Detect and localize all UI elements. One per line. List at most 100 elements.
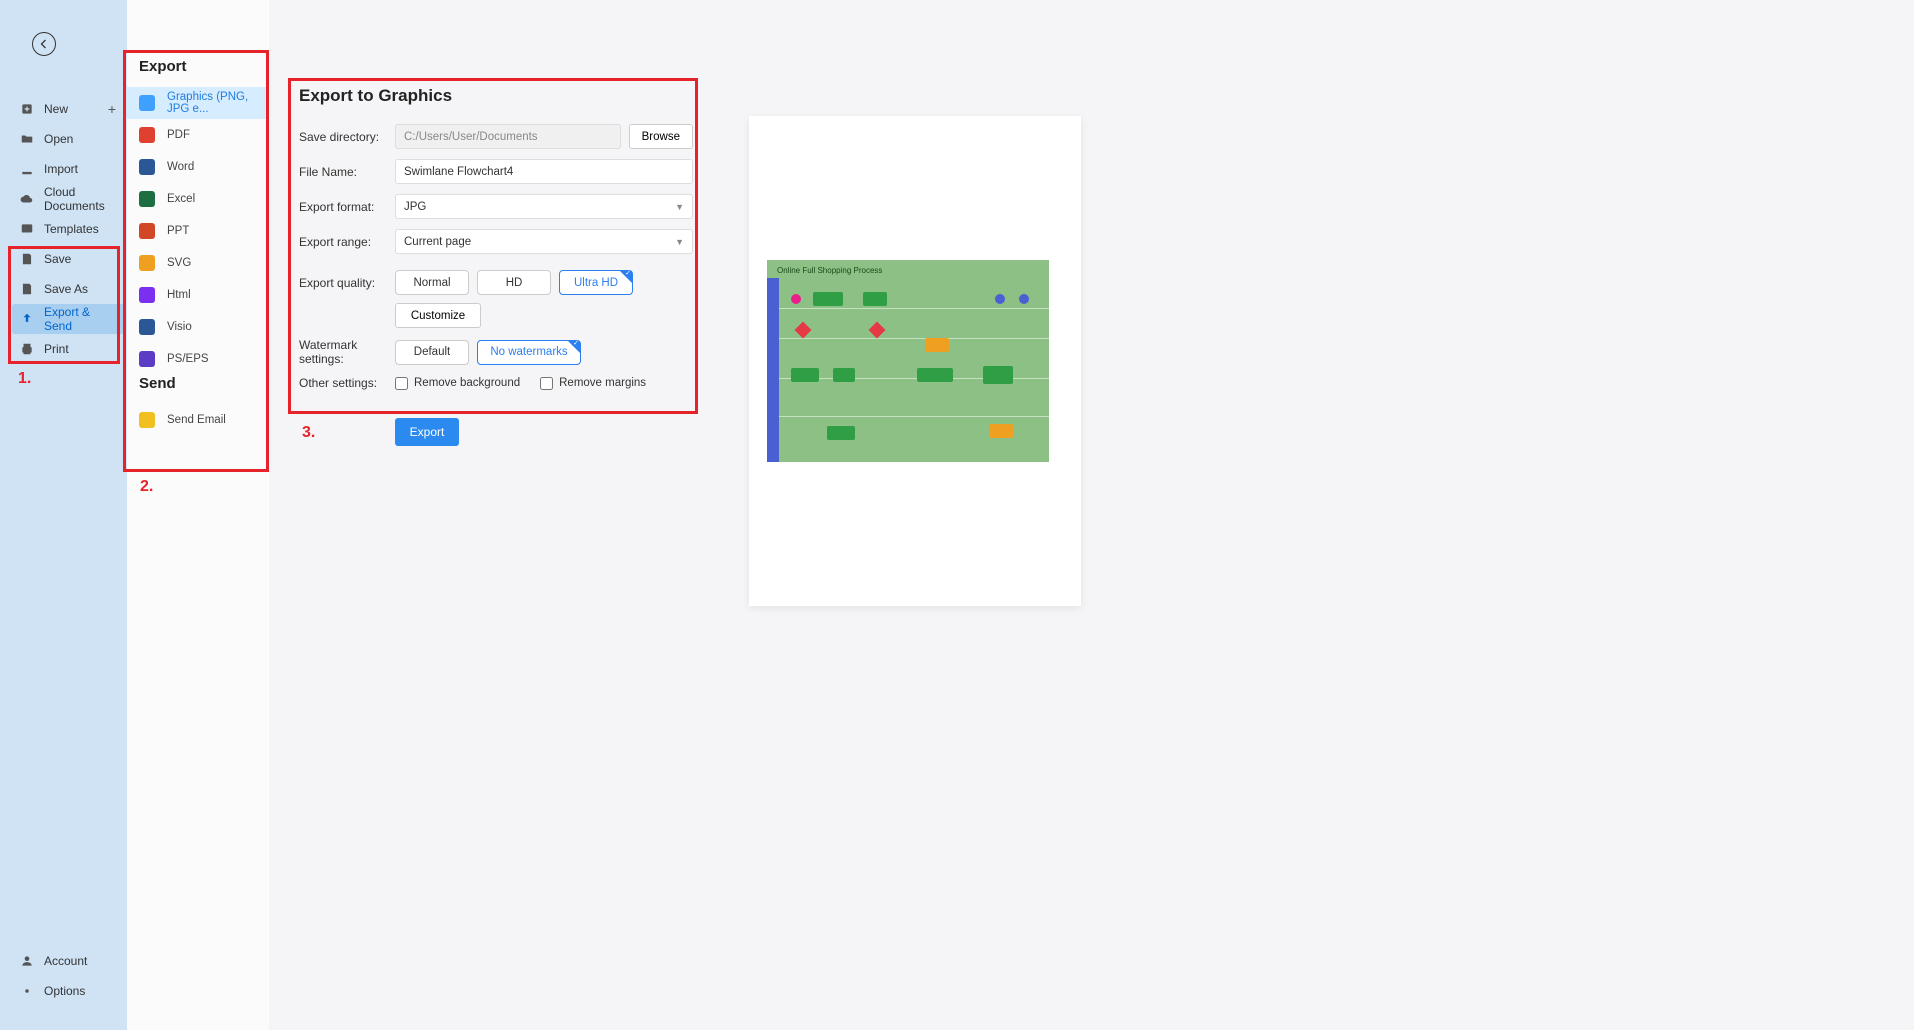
lane-divider [779,338,1049,339]
svg-icon [139,255,155,271]
chevron-down-icon: ▼ [675,202,684,212]
label-other: Other settings: [299,376,395,390]
label-export-range: Export range: [299,235,395,249]
process-node [925,338,949,352]
remove-margins-checkbox[interactable]: Remove margins [540,377,646,390]
export-item-excel[interactable]: Excel [127,183,269,215]
sidebar-item-saveas[interactable]: Save As [12,274,124,304]
export-item-label: Html [167,289,191,301]
end-node [995,294,1005,304]
sidebar-item-label: Save [44,252,71,266]
label-export-format: Export format: [299,200,395,214]
left-sidebar: New + Open Import Cloud Documents Templa… [0,0,127,1030]
email-icon [139,412,155,428]
export-item-label: Graphics (PNG, JPG e... [167,91,257,115]
sidebar-item-import[interactable]: Import [12,154,124,184]
lane-divider [779,416,1049,417]
word-icon [139,159,155,175]
label-save-directory: Save directory: [299,130,395,144]
process-node [863,292,887,306]
sidebar-item-options[interactable]: Options [12,976,124,1006]
browse-button[interactable]: Browse [629,124,693,149]
export-item-pseps[interactable]: PS/EPS [127,343,269,375]
main-stage: Export to Graphics Save directory: Brows… [269,0,1914,1030]
diagram-title: Online Full Shopping Process [777,266,882,275]
sidebar-item-cloud[interactable]: Cloud Documents [12,184,124,214]
process-node [791,368,819,382]
sidebar-item-label: Options [44,984,85,998]
graphics-icon [139,95,155,111]
sidebar-item-new[interactable]: New + [12,94,124,124]
swimlane-diagram: Online Full Shopping Process [767,260,1049,462]
decision-node [869,322,886,339]
annotation-label-1: 1. [18,370,31,388]
process-node [827,426,855,440]
quality-hd-button[interactable]: HD [477,270,551,295]
html-icon [139,287,155,303]
export-item-ppt[interactable]: PPT [127,215,269,247]
customize-button[interactable]: Customize [395,303,481,328]
form-title: Export to Graphics [299,86,693,106]
quality-normal-button[interactable]: Normal [395,270,469,295]
send-header: Send [139,375,257,392]
export-item-label: PPT [167,225,189,237]
swimlane-header-3 [767,416,779,462]
export-item-label: Excel [167,193,195,205]
export-item-graphics[interactable]: Graphics (PNG, JPG e... [127,87,269,119]
save-directory-input[interactable] [395,124,621,149]
start-node [791,294,801,304]
export-item-pdf[interactable]: PDF [127,119,269,151]
send-item-email[interactable]: Send Email [127,404,269,436]
sidebar-bottom-group: Account Options [12,946,124,1006]
export-item-label: Visio [167,321,192,333]
process-node [983,366,1013,384]
sidebar-item-label: Import [44,162,78,176]
plus-icon[interactable]: + [108,101,116,117]
ppt-icon [139,223,155,239]
sidebar-item-label: Save As [44,282,88,296]
remove-background-checkbox[interactable]: Remove background [395,377,520,390]
back-button[interactable] [32,32,56,56]
sidebar-item-label: Templates [44,222,99,236]
process-node [813,292,843,306]
sidebar-item-label: Export & Send [44,305,116,333]
export-form: Export to Graphics Save directory: Brows… [299,86,693,446]
sidebar-item-templates[interactable]: Templates [12,214,124,244]
sidebar-item-save[interactable]: Save [12,244,124,274]
export-item-html[interactable]: Html [127,279,269,311]
sidebar-top-group: New + Open Import Cloud Documents Templa… [12,94,124,364]
quality-ultrahd-button[interactable]: Ultra HD [559,270,633,295]
sidebar-item-open[interactable]: Open [12,124,124,154]
send-item-label: Send Email [167,414,226,426]
export-button[interactable]: Export [395,418,459,446]
pseps-icon [139,351,155,367]
export-item-label: Word [167,161,194,173]
watermark-none-button[interactable]: No watermarks [477,340,581,365]
label-file-name: File Name: [299,165,395,179]
chevron-down-icon: ▼ [675,237,684,247]
export-header: Export [139,58,257,75]
lane-subdivider [779,308,1049,309]
annotation-label-3: 3. [302,424,315,442]
swimlane-header-2 [767,338,779,416]
sidebar-item-account[interactable]: Account [12,946,124,976]
export-preview: Online Full Shopping Process [749,116,1081,606]
sidebar-item-print[interactable]: Print [12,334,124,364]
visio-icon [139,319,155,335]
export-item-visio[interactable]: Visio [127,311,269,343]
end-node [1019,294,1029,304]
select-value: Current page [404,236,471,248]
export-item-label: PS/EPS [167,353,209,365]
decision-node [795,322,812,339]
export-item-word[interactable]: Word [127,151,269,183]
export-range-select[interactable]: Current page ▼ [395,229,693,254]
sidebar-item-export-send[interactable]: Export & Send [12,304,124,334]
export-item-label: PDF [167,129,190,141]
select-value: JPG [404,201,426,213]
file-name-input[interactable] [395,159,693,184]
watermark-default-button[interactable]: Default [395,340,469,365]
export-format-select[interactable]: JPG ▼ [395,194,693,219]
sidebar-item-label: Account [44,954,87,968]
label-watermark: Watermark settings: [299,338,395,366]
export-item-svg[interactable]: SVG [127,247,269,279]
